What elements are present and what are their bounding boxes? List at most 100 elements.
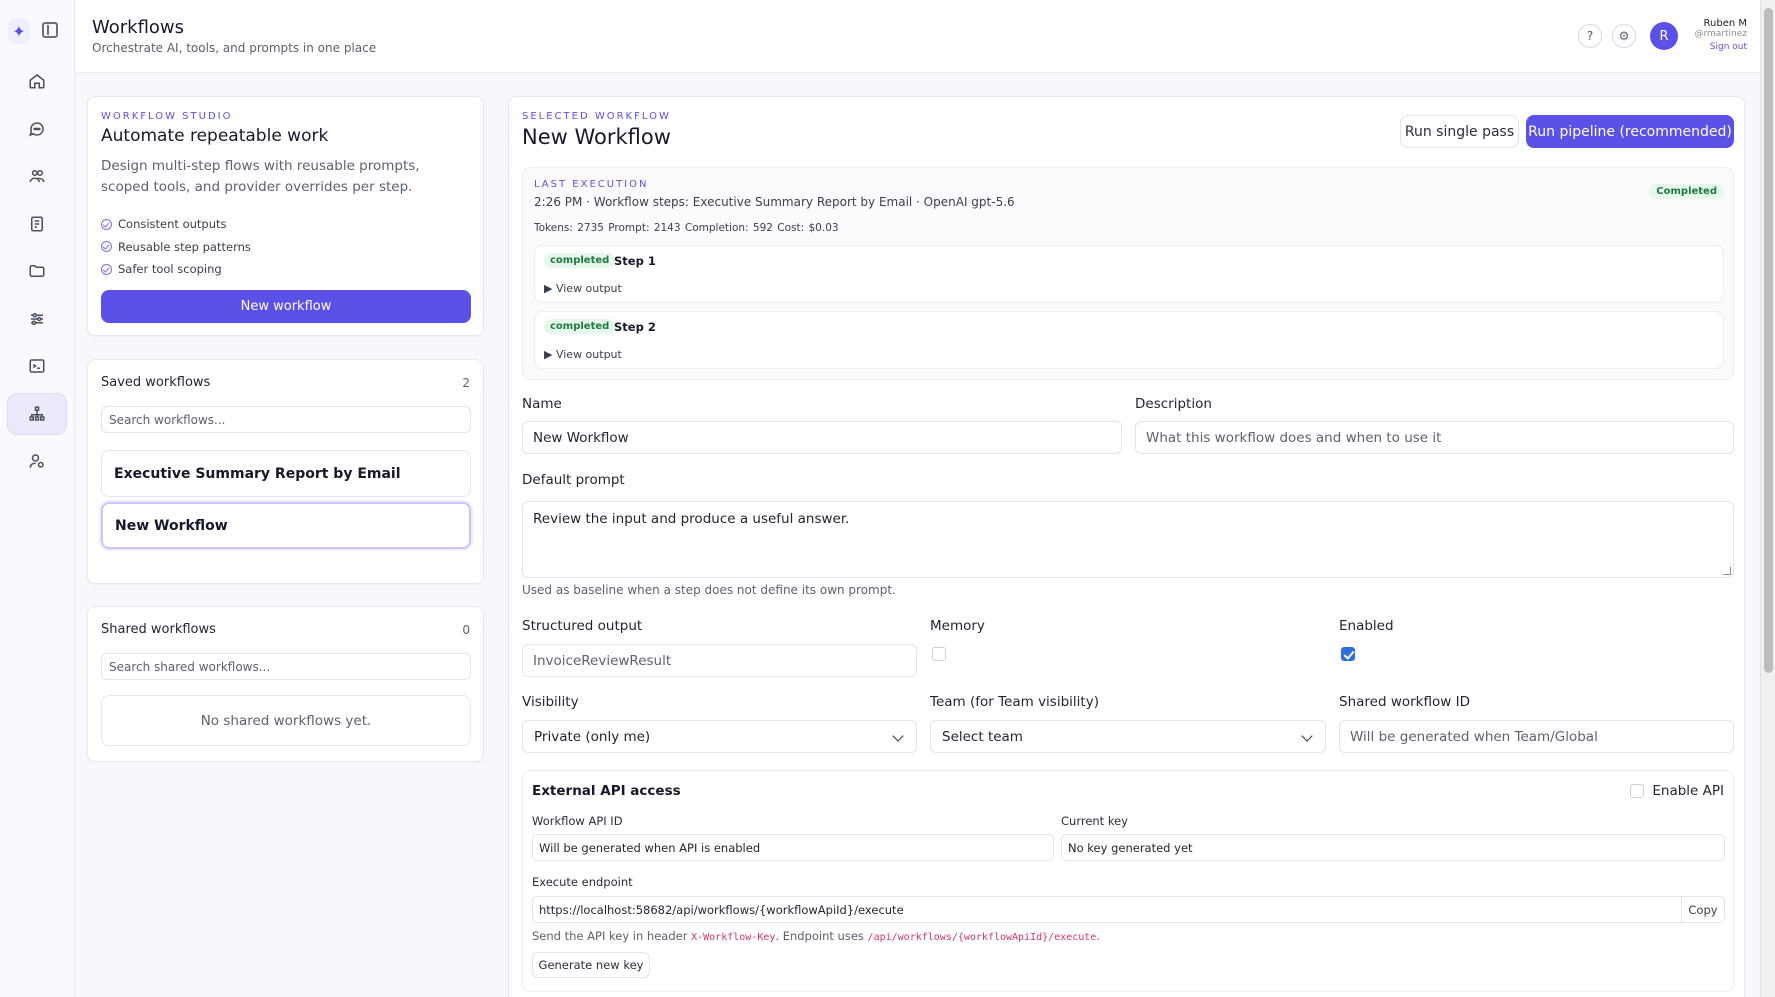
feature-label: Safer tool scoping	[118, 262, 222, 277]
step-name: Step 2	[614, 320, 656, 334]
shared-workflows-count: 0	[462, 623, 470, 637]
run-single-pass-button[interactable]: Run single pass	[1400, 115, 1519, 148]
terminal-icon[interactable]	[7, 345, 67, 387]
shared-id-field[interactable]: Will be generated when Team/Global	[1339, 720, 1734, 753]
step-card: completed Step 2 ▶ View output	[534, 311, 1724, 369]
api-title: External API access	[532, 783, 681, 799]
memory-label: Memory	[930, 618, 985, 634]
enabled-checkbox[interactable]	[1341, 647, 1355, 661]
saved-workflows-title: Saved workflows	[101, 375, 211, 390]
studio-title: Automate repeatable work	[101, 126, 329, 146]
team-label: Team (for Team visibility)	[930, 694, 1099, 710]
prompt-hint: Used as baseline when a step does not de…	[522, 583, 896, 597]
sidebar-nav	[7, 60, 67, 488]
selected-title: New Workflow	[522, 125, 671, 149]
feature-item: Reusable step patterns	[101, 236, 251, 259]
users-icon[interactable]	[7, 155, 67, 197]
current-key-field[interactable]: No key generated yet	[1061, 834, 1725, 861]
shared-empty-state: No shared workflows yet.	[101, 695, 471, 746]
api-note-suffix: .	[1096, 929, 1100, 943]
api-note-prefix: Send the API key in header	[532, 929, 692, 943]
external-api-panel: External API access Enable API Workflow …	[522, 770, 1734, 992]
sidebar-toggle-icon[interactable]	[42, 22, 58, 38]
page-scrollbar[interactable]	[1760, 0, 1775, 997]
description-field[interactable]: What this workflow does and when to use …	[1135, 421, 1734, 454]
user-handle: @rmartinez	[1694, 29, 1747, 39]
workflow-api-id-field[interactable]: Will be generated when API is enabled	[532, 834, 1054, 861]
enable-api-label: Enable API	[1652, 783, 1724, 799]
studio-eyebrow: WORKFLOW STUDIO	[101, 111, 233, 122]
sidebar-rail: ✦	[0, 0, 75, 997]
top-bar: Workflows Orchestrate AI, tools, and pro…	[75, 0, 1760, 73]
default-prompt-value: Review the input and produce a useful an…	[533, 511, 850, 527]
check-circle-icon	[101, 218, 112, 230]
document-icon[interactable]	[7, 203, 67, 245]
help-icon[interactable]: ?	[1578, 24, 1602, 48]
execute-endpoint-field[interactable]: https://localhost:58682/api/workflows/{w…	[532, 896, 1725, 923]
studio-description: Design multi-step flows with reusable pr…	[101, 158, 420, 195]
enable-api-toggle[interactable]: Enable API	[1630, 783, 1724, 799]
user-name: Ruben M	[1703, 18, 1747, 29]
api-note-middle: . Endpoint uses	[775, 929, 868, 943]
execution-eyebrow: LAST EXECUTION	[534, 179, 649, 190]
visibility-select[interactable]: Private (only me)	[522, 720, 917, 753]
search-shared-input[interactable]: Search shared workflows...	[101, 653, 471, 680]
step-card: completed Step 1 ▶ View output	[534, 245, 1724, 303]
current-key-label: Current key	[1061, 814, 1128, 828]
generate-key-button[interactable]: Generate new key	[532, 952, 650, 978]
gear-icon[interactable]: ⚙	[1612, 24, 1636, 48]
chevron-down-icon	[1301, 730, 1313, 742]
view-output-toggle[interactable]: ▶ View output	[544, 348, 622, 361]
selected-workflow-panel: SELECTED WORKFLOW New Workflow Run singl…	[508, 96, 1745, 997]
name-field[interactable]: New Workflow	[522, 421, 1122, 454]
check-circle-icon	[101, 263, 112, 275]
visibility-value: Private (only me)	[534, 728, 651, 745]
saved-workflows-count: 2	[462, 376, 470, 390]
execution-stats: Tokens: 2735 Prompt: 2143 Completion: 59…	[534, 222, 839, 234]
selected-eyebrow: SELECTED WORKFLOW	[522, 111, 671, 122]
feature-item: Safer tool scoping	[101, 258, 251, 281]
team-select[interactable]: Select team	[930, 720, 1326, 753]
api-path-code: /api/workflows/{workflowApiId}/execute	[867, 932, 1097, 943]
scroll-thumb[interactable]	[1764, 8, 1773, 673]
memory-checkbox[interactable]	[932, 647, 946, 661]
last-execution-panel: LAST EXECUTION 2:26 PM · Workflow steps:…	[522, 167, 1734, 380]
search-workflows-input[interactable]: Search workflows...	[101, 406, 471, 433]
sign-out-link[interactable]: Sign out	[1710, 42, 1747, 52]
run-pipeline-button[interactable]: Run pipeline (recommended)	[1526, 115, 1734, 148]
visibility-label: Visibility	[522, 694, 579, 710]
feature-item: Consistent outputs	[101, 213, 251, 236]
user-menu: R Ruben M @rmartinez Sign out	[1644, 16, 1749, 56]
avatar[interactable]: R	[1650, 22, 1678, 50]
workflow-list-item[interactable]: Executive Summary Report by Email	[101, 450, 471, 497]
user-settings-icon[interactable]	[7, 440, 67, 482]
sliders-icon[interactable]	[7, 298, 67, 340]
enabled-label: Enabled	[1339, 618, 1394, 634]
api-note: Send the API key in header X-Workflow-Ke…	[532, 929, 1100, 943]
app-logo-icon[interactable]: ✦	[8, 18, 30, 44]
workflow-list-item-selected[interactable]: New Workflow	[101, 502, 471, 549]
chat-icon[interactable]	[7, 108, 67, 150]
description-label: Description	[1135, 396, 1212, 412]
feature-label: Consistent outputs	[118, 217, 227, 232]
saved-workflows-card: Saved workflows 2 Search workflows... Ex…	[87, 359, 484, 584]
shared-workflows-title: Shared workflows	[101, 622, 216, 637]
home-icon[interactable]	[7, 60, 67, 102]
execute-endpoint-label: Execute endpoint	[532, 875, 633, 889]
step-status-badge: completed	[544, 253, 616, 268]
structured-output-field[interactable]: InvoiceReviewResult	[522, 644, 917, 677]
feature-label: Reusable step patterns	[118, 239, 251, 254]
status-badge: Completed	[1649, 184, 1724, 199]
enable-api-checkbox[interactable]	[1630, 784, 1645, 798]
copy-button[interactable]: Copy	[1681, 896, 1724, 923]
default-prompt-textarea[interactable]: Review the input and produce a useful an…	[522, 501, 1734, 578]
workflow-icon[interactable]	[7, 392, 67, 435]
view-output-toggle[interactable]: ▶ View output	[544, 282, 622, 295]
api-header-code: X-Workflow-Key	[691, 932, 776, 943]
new-workflow-button[interactable]: New workflow	[101, 290, 471, 323]
shared-id-label: Shared workflow ID	[1339, 694, 1470, 710]
resize-handle-icon[interactable]	[1723, 567, 1731, 575]
folder-icon[interactable]	[7, 250, 67, 292]
rail-top: ✦	[0, 16, 75, 46]
page-title: Workflows	[92, 17, 185, 38]
